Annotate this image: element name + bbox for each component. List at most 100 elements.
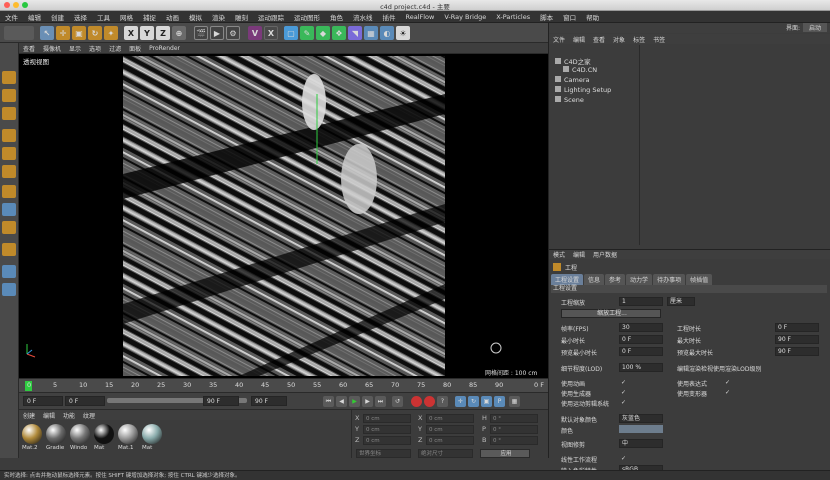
menu-item[interactable]: 文件 (0, 12, 23, 22)
apply-button[interactable]: 应用 (480, 449, 530, 458)
size-field[interactable]: 0 cm (426, 425, 474, 434)
tab-2[interactable]: 参考 (605, 274, 626, 285)
end-frame-field-a[interactable]: 90 F (203, 396, 239, 406)
max-time-field[interactable]: 90 F (775, 335, 819, 344)
rotation-field[interactable]: 0 ° (490, 425, 538, 434)
menu-item[interactable]: 流水线 (348, 12, 378, 22)
material-menu-item[interactable]: 纹理 (79, 411, 99, 420)
object-row[interactable]: C4D之家 (555, 56, 591, 66)
menu-item[interactable]: 插件 (378, 12, 401, 22)
menu-item[interactable]: 脚本 (535, 12, 558, 22)
cloner-icon[interactable]: ❖ (332, 26, 346, 40)
key-scale-icon[interactable]: ▣ (481, 396, 492, 407)
undo-redo-icon[interactable] (4, 26, 34, 40)
menu-item[interactable]: 运动跟踪 (253, 12, 289, 22)
move-icon[interactable]: ✛ (56, 26, 70, 40)
deformer-icon[interactable]: ◥ (348, 26, 362, 40)
size-field[interactable]: 0 cm (426, 414, 474, 423)
material-item[interactable]: Mat (142, 424, 163, 457)
snap-icon[interactable] (2, 203, 16, 216)
coordinate-system-icon[interactable]: ⊕ (172, 26, 186, 40)
material-item[interactable]: Mat (94, 424, 115, 457)
material-item[interactable]: Mat.2 (22, 424, 43, 457)
material-item[interactable]: Windo (70, 424, 91, 457)
scale-project-button[interactable]: 缩放工程... (561, 309, 661, 318)
xp-icon[interactable]: X (264, 26, 278, 40)
attribute-menu-item[interactable]: 编辑 (569, 250, 589, 259)
menu-item[interactable]: 角色 (325, 12, 348, 22)
render-picture-viewer-icon[interactable]: ▶ (210, 26, 224, 40)
position-field[interactable]: 0 cm (363, 425, 411, 434)
render-lod-checkbox[interactable]: 编辑渲染检视使用渲染LOD级别 (677, 364, 761, 373)
polygons-mode-icon[interactable] (2, 165, 16, 178)
viewport-menu-item[interactable]: ProRender (145, 45, 184, 52)
attribute-menu-item[interactable]: 模式 (549, 250, 569, 259)
lock-workplane-icon[interactable] (2, 221, 16, 234)
view-clip-select[interactable]: 中 (619, 439, 663, 448)
floor-icon[interactable]: ▦ (364, 26, 378, 40)
workplane-icon[interactable] (2, 107, 16, 120)
grid-icon[interactable] (2, 265, 16, 278)
object-menu-item[interactable]: 编辑 (569, 35, 589, 44)
menu-item[interactable]: V-Ray Bridge (439, 13, 491, 21)
rotation-field[interactable]: 0 ° (490, 414, 538, 423)
key-position-icon[interactable]: ✛ (455, 396, 466, 407)
menu-item[interactable]: 选择 (69, 12, 92, 22)
axis-x-icon[interactable]: X (124, 26, 138, 40)
menu-item[interactable]: X-Particles (491, 13, 535, 21)
material-item[interactable]: Gradie (46, 424, 67, 457)
checkbox[interactable]: ✓ (621, 379, 626, 386)
start-frame-field[interactable]: 0 F (23, 396, 63, 406)
object-row[interactable]: Lighting Setup (555, 86, 611, 95)
checkbox[interactable]: ✓ (621, 389, 626, 396)
viewport-menu-item[interactable]: 摄像机 (39, 44, 65, 53)
points-mode-icon[interactable] (2, 129, 16, 142)
position-field[interactable]: 0 cm (363, 414, 411, 423)
scale-field[interactable]: 1 (619, 297, 663, 306)
spline-pen-icon[interactable]: ✎ (300, 26, 314, 40)
preview-max-field[interactable]: 90 F (775, 347, 819, 356)
axis-y-icon[interactable]: Y (140, 26, 154, 40)
viewport-menu-item[interactable]: 过滤 (105, 44, 125, 53)
checkbox[interactable]: ✓ (725, 379, 730, 386)
lod-field[interactable]: 100 % (619, 363, 663, 372)
sculpt-icon[interactable] (2, 243, 16, 256)
end-frame-field-b[interactable]: 90 F (251, 396, 287, 406)
attribute-menu-item[interactable]: 用户数据 (589, 250, 621, 259)
menu-item[interactable]: 帮助 (581, 12, 604, 22)
material-menu-item[interactable]: 编辑 (39, 411, 59, 420)
menu-item[interactable]: 编辑 (23, 12, 46, 22)
default-color-select[interactable]: 灰蓝色 (619, 414, 663, 423)
current-frame-field[interactable]: 0 F (65, 396, 105, 406)
material-menu-item[interactable]: 创建 (19, 411, 39, 420)
texture-mode-icon[interactable] (2, 89, 16, 102)
object-menu-item[interactable]: 标签 (629, 35, 649, 44)
menu-item[interactable]: 雕刻 (230, 12, 253, 22)
menu-item[interactable]: RealFlow (401, 13, 440, 21)
menu-item[interactable]: 渲染 (207, 12, 230, 22)
menu-item[interactable]: 工具 (92, 12, 115, 22)
key-rotation-icon[interactable]: ↻ (468, 396, 479, 407)
viewport-3d[interactable] (19, 54, 548, 378)
interface-select[interactable]: 启动 (802, 23, 827, 32)
layer-icon[interactable] (2, 283, 16, 296)
render-settings-icon[interactable]: ⚙ (226, 26, 240, 40)
vray-icon[interactable]: V (248, 26, 262, 40)
tab-1[interactable]: 信息 (584, 274, 605, 285)
menu-item[interactable]: 模拟 (184, 12, 207, 22)
tab-3[interactable]: 动力学 (626, 274, 653, 285)
key-param-icon[interactable]: P (494, 396, 505, 407)
checkbox[interactable]: ✓ (725, 389, 730, 396)
object-menu-item[interactable]: 文件 (549, 35, 569, 44)
camera-icon[interactable]: ◐ (380, 26, 394, 40)
select-arrow-icon[interactable]: ↖ (40, 26, 54, 40)
material-item[interactable]: Mat.1 (118, 424, 139, 457)
timeline-ruler[interactable]: 0 F 0 5 10 15 20 25 30 35 40 45 50 55 60 65 70 75 80 85 90 (19, 378, 548, 392)
record-icon[interactable] (411, 396, 422, 407)
viewport-menu-item[interactable]: 选项 (85, 44, 105, 53)
prev-key-icon[interactable]: ◀ (336, 396, 347, 407)
object-menu-item[interactable]: 书签 (649, 35, 669, 44)
min-time-field[interactable]: 0 F (619, 335, 663, 344)
tab-5[interactable]: 帧插值 (686, 274, 713, 285)
menu-item[interactable]: 网格 (115, 12, 138, 22)
